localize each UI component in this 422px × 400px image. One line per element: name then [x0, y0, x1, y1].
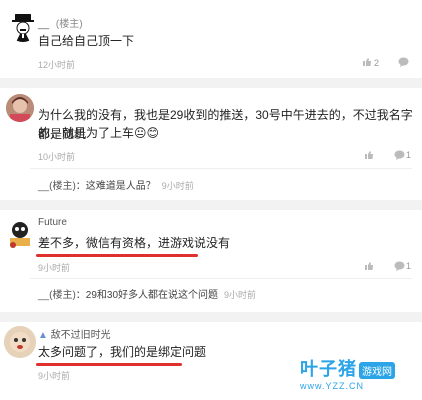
post-text: 太多问题了，我们的是绑定问题: [38, 345, 207, 359]
post-text: 差不多，微信有资格，进游戏说没有: [38, 236, 231, 250]
reply-author[interactable]: __: [38, 181, 49, 192]
watermark-url: www.YZZ.CN: [300, 381, 364, 391]
reply-author-role: (楼主): [49, 181, 76, 192]
like-count: 2: [374, 58, 380, 68]
post-text-line-2: 的，就是为了上车😐😊: [38, 126, 160, 140]
like-icon[interactable]: [364, 261, 374, 271]
post-time: 9小时前: [38, 263, 71, 273]
watermark-tag: 游戏网: [359, 362, 395, 380]
cartoon-avatar-icon: [10, 222, 30, 248]
reply-author[interactable]: __: [38, 290, 49, 301]
author-name[interactable]: ▲ 敌不过旧时光: [38, 326, 111, 341]
author-name[interactable]: __ (楼主): [38, 15, 83, 30]
avatar[interactable]: [4, 326, 36, 358]
reply-author-role: (楼主): [49, 290, 76, 301]
separator: [30, 168, 412, 169]
divider: [0, 200, 422, 210]
reply-text: ：29和30好多人都在说这个问题: [75, 290, 219, 301]
user-photo-icon: [6, 94, 34, 122]
user-badge-icon: ▲: [38, 330, 48, 341]
avatar[interactable]: [8, 12, 38, 42]
comment-icon[interactable]: [398, 57, 409, 67]
reply-time: 9小时前: [161, 181, 194, 191]
comment-icon[interactable]: [394, 150, 405, 160]
divider: [0, 78, 422, 88]
comment-icon[interactable]: [394, 261, 405, 271]
author-name[interactable]: Future: [38, 217, 67, 228]
like-icon[interactable]: [362, 57, 372, 67]
watermark-brand: 叶子猪: [300, 359, 357, 379]
post-time: 10小时前: [38, 152, 76, 162]
reply-item[interactable]: __(楼主)：这难道是人品？ 9小时前: [38, 177, 194, 192]
reply-time: 9小时前: [224, 290, 257, 300]
avatar[interactable]: [6, 94, 34, 122]
post-time: 9小时前: [38, 371, 71, 381]
post-text: 自己给自己顶一下: [38, 34, 135, 48]
separator: [30, 278, 412, 279]
avatar[interactable]: [4, 218, 36, 250]
comment-count: 1: [406, 261, 412, 271]
comment-count: 1: [406, 150, 412, 160]
post-time: 12小时前: [38, 60, 76, 70]
reply-text: ：这难道是人品？: [75, 181, 156, 192]
like-icon[interactable]: [364, 150, 374, 160]
reply-item[interactable]: __(楼主)：29和30好多人都在说这个问题 9小时前: [38, 286, 256, 301]
divider: [0, 312, 422, 322]
chaplin-avatar-icon: [12, 14, 34, 42]
author-handle[interactable]: 敌不过旧时光: [51, 330, 111, 341]
post-3: Future 差不多，微信有资格，进游戏说没有 9小时前 1 __(楼主)：29…: [0, 210, 422, 313]
author-role-badge: (楼主): [55, 19, 83, 30]
watermark-logo: 叶子猪 游戏网 www.YZZ.CN: [300, 355, 395, 391]
post-1: __ (楼主) 自己给自己顶一下 12小时前 2: [0, 0, 422, 78]
highlight-underline: [36, 363, 182, 366]
highlight-underline: [36, 254, 198, 257]
post-2: 为什么我的没有，我也是29收到的推送，30号中午进去的，不过我名字都是随机 的，…: [0, 88, 422, 200]
baby-photo-icon: [4, 326, 36, 358]
author-handle[interactable]: __: [38, 19, 49, 30]
